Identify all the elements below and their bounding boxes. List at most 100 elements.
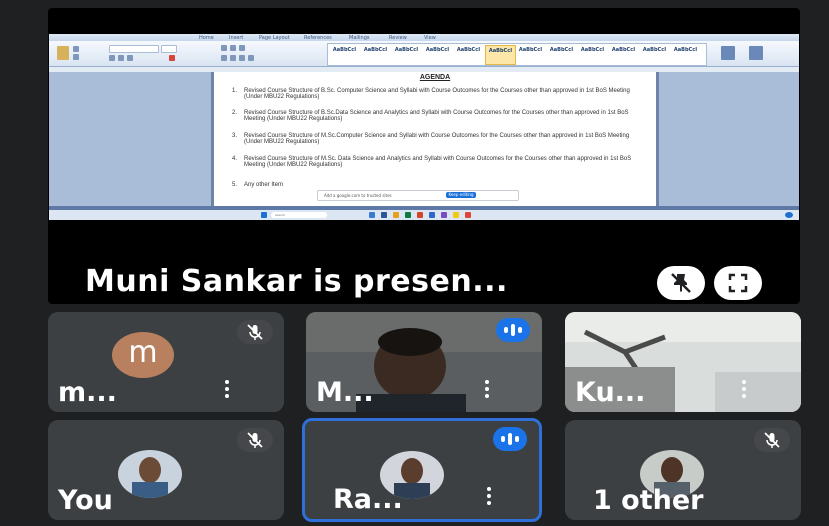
style-option: AaBbCcI xyxy=(518,47,543,53)
style-option: AaBbCcI xyxy=(673,47,698,53)
agenda-title: AGENDA xyxy=(419,74,451,81)
align-center-icon xyxy=(230,55,236,61)
notification-toast: Add a google.com to trusted sites Keep e… xyxy=(317,190,519,201)
styles-gallery: AaBbCcI AaBbCcI AaBbCcI AaBbCcI AaBbCcI … xyxy=(327,43,707,66)
agenda-text: Revised Course Structure of B.Sc. Comput… xyxy=(244,88,630,100)
agenda-text: Revised Course Structure of M.Sc.Compute… xyxy=(244,133,630,145)
style-option: AaBbCcI xyxy=(394,47,419,53)
participant-name: 1 other xyxy=(593,485,704,516)
style-option: AaBbCcI xyxy=(611,47,636,53)
participant-name: m... xyxy=(58,377,117,408)
indent-icon xyxy=(239,45,245,51)
paste-icon xyxy=(57,46,69,60)
style-option: AaBbCcI xyxy=(549,47,574,53)
agenda-item: 2. Revised Course Structure of B.Sc.Data… xyxy=(232,110,636,122)
agenda-item: 4. Revised Course Structure of M.Sc. Dat… xyxy=(232,156,636,168)
avatar-photo xyxy=(118,450,182,498)
agenda-item: 5. Any other Item xyxy=(232,182,636,188)
speaking-indicator xyxy=(496,318,530,342)
toast-text: Add a google.com to trusted sites xyxy=(324,193,392,198)
participant-name: Ra... xyxy=(333,484,403,515)
taskbar-app-icon xyxy=(465,212,471,218)
document-area: AGENDA 1. Revised Course Structure of B.… xyxy=(49,72,799,206)
participant-tile[interactable]: Ku... xyxy=(565,312,801,412)
align-left-icon xyxy=(221,55,227,61)
mic-off-icon xyxy=(247,324,263,340)
participant-name: Ku... xyxy=(575,377,646,408)
more-options-button[interactable] xyxy=(485,380,489,398)
bold-icon xyxy=(109,55,115,61)
style-option: AaBbCcI xyxy=(642,47,667,53)
taskbar-app-icon xyxy=(405,212,411,218)
mic-off-icon xyxy=(764,432,780,448)
agenda-number: 3. xyxy=(232,133,238,139)
presentation-tile[interactable]: Home Insert Page Layout References Maili… xyxy=(48,8,800,304)
italic-icon xyxy=(118,55,124,61)
agenda-text: Revised Course Structure of B.Sc.Data Sc… xyxy=(244,110,629,122)
participant-tile[interactable]: You xyxy=(48,420,284,520)
align-right-icon xyxy=(239,55,245,61)
participant-name: You xyxy=(58,485,113,516)
mic-off-badge xyxy=(237,320,273,344)
more-options-button[interactable] xyxy=(225,380,229,398)
windows-taskbar: Search xyxy=(49,210,799,220)
taskbar-search: Search xyxy=(271,212,327,218)
justify-icon xyxy=(248,55,254,61)
clipboard-group xyxy=(55,44,95,64)
style-option: AaBbCcI xyxy=(580,47,605,53)
taskbar-app-icon xyxy=(429,212,435,218)
agenda-number: 1. xyxy=(232,88,238,94)
document-page: AGENDA 1. Revised Course Structure of B.… xyxy=(211,72,659,206)
style-option: AaBbCcI xyxy=(425,47,450,53)
agenda-text: Revised Course Structure of M.Sc. Data S… xyxy=(244,156,632,168)
presenting-label: Muni Sankar is presen... xyxy=(85,264,508,299)
fullscreen-button[interactable] xyxy=(714,266,762,300)
participant-tile-active[interactable]: Ra... xyxy=(302,418,542,522)
agenda-number: 2. xyxy=(232,110,238,116)
agenda-item: 3. Revised Course Structure of M.Sc.Comp… xyxy=(232,133,636,145)
more-options-button[interactable] xyxy=(742,380,746,398)
fullscreen-icon xyxy=(728,273,748,293)
speaking-indicator xyxy=(493,427,527,451)
participant-tile[interactable]: M... xyxy=(306,312,542,412)
underline-icon xyxy=(127,55,133,61)
agenda-text: Any other Item xyxy=(244,182,284,188)
bullets-icon xyxy=(221,45,227,51)
taskbar-app-icon xyxy=(441,212,447,218)
paragraph-group xyxy=(221,44,321,64)
agenda-number: 4. xyxy=(232,156,238,162)
word-title-bar: Home Insert Page Layout References Maili… xyxy=(49,34,799,41)
cut-icon xyxy=(73,46,79,52)
word-ribbon: AaBbCcI AaBbCcI AaBbCcI AaBbCcI AaBbCcI … xyxy=(49,41,799,67)
agenda-item: 1. Revised Course Structure of B.Sc. Com… xyxy=(232,88,636,100)
taskbar-app-icon xyxy=(393,212,399,218)
copy-icon xyxy=(73,54,79,60)
participant-tile[interactable]: 1 other xyxy=(565,420,801,520)
editing-icon xyxy=(749,46,763,60)
font-size-box xyxy=(161,45,177,53)
avatar: m xyxy=(112,332,174,378)
avatar xyxy=(118,450,182,498)
mic-off-badge xyxy=(754,428,790,452)
mic-off-badge xyxy=(237,428,273,452)
participant-tile[interactable]: m m... xyxy=(48,312,284,412)
agenda-number: 5. xyxy=(232,182,238,188)
taskbar-app-icon xyxy=(417,212,423,218)
toast-button: Keep editing xyxy=(446,192,476,198)
more-options-button[interactable] xyxy=(487,487,491,505)
font-group xyxy=(109,44,209,64)
unpin-button[interactable] xyxy=(657,266,705,300)
windows-start-icon xyxy=(261,212,267,218)
style-option: AaBbCcI xyxy=(456,47,481,53)
notification-icon xyxy=(785,212,793,218)
style-option: AaBbCcI xyxy=(485,45,516,65)
font-color-icon xyxy=(169,55,175,61)
style-option: AaBbCcI xyxy=(363,47,388,53)
change-styles-icon xyxy=(721,46,735,60)
style-option: AaBbCcI xyxy=(332,47,357,53)
shared-screen: Home Insert Page Layout References Maili… xyxy=(49,34,799,220)
left-frame xyxy=(0,0,48,526)
taskbar-app-icon xyxy=(369,212,375,218)
numbering-icon xyxy=(230,45,236,51)
unpin-icon xyxy=(671,273,691,293)
